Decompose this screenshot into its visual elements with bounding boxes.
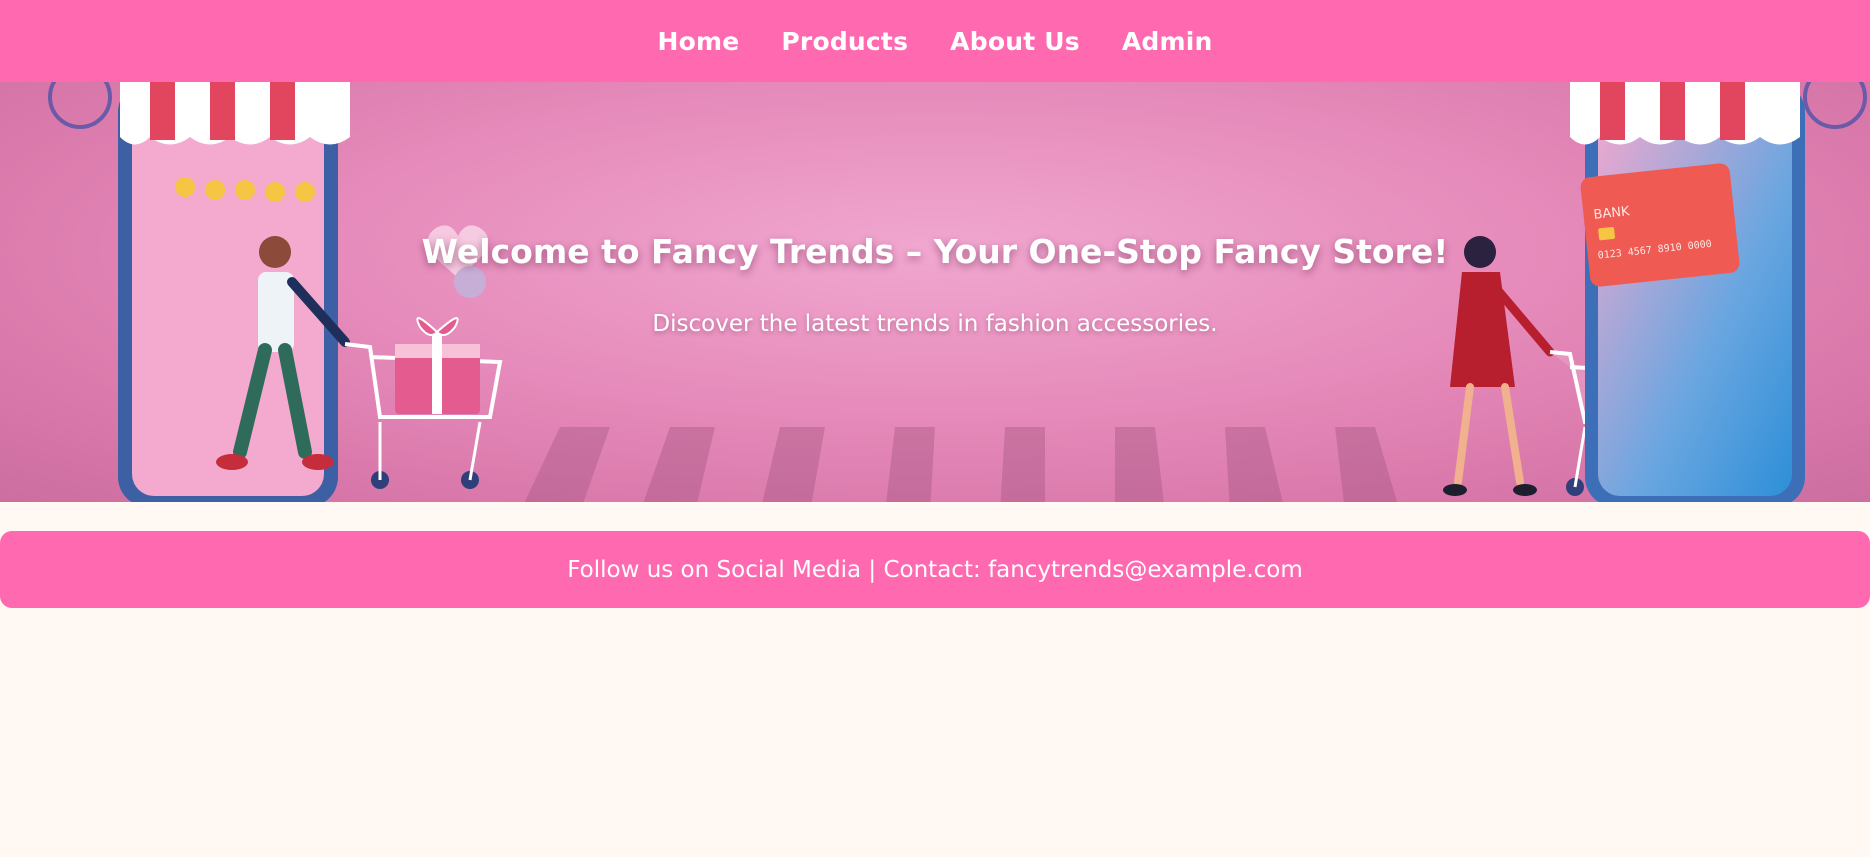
nav-admin-link[interactable]: Admin (1122, 27, 1213, 56)
nav-home-link[interactable]: Home (657, 27, 739, 56)
hero-title: Welcome to Fancy Trends – Your One-Stop … (421, 232, 1449, 271)
hero-banner: BANK 0123 4567 8910 0000 Welcome to Fanc… (0, 82, 1870, 502)
hero-text-block: Welcome to Fancy Trends – Your One-Stop … (0, 232, 1870, 337)
footer-bar: Follow us on Social Media | Contact: fan… (0, 531, 1870, 608)
left-shopping-cart-icon (344, 317, 503, 489)
hero-subtitle: Discover the latest trends in fashion ac… (652, 311, 1218, 337)
nav-about-link[interactable]: About Us (950, 27, 1080, 56)
top-navbar: Home Products About Us Admin (0, 0, 1870, 82)
footer-text: Follow us on Social Media | Contact: fan… (567, 556, 1303, 583)
crosswalk-stripes (524, 427, 1398, 502)
nav-products-link[interactable]: Products (781, 27, 908, 56)
